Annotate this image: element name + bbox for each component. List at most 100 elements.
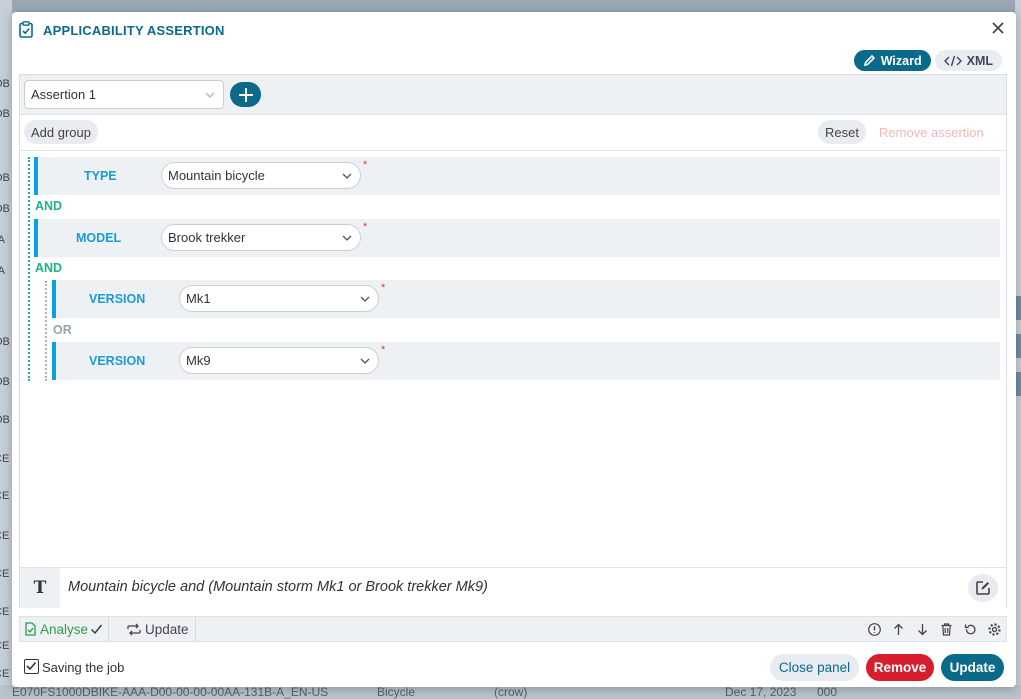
assertion-select-value: Assertion 1 [31,87,97,102]
chevron-down-icon [342,173,352,179]
arrow-up-icon[interactable] [891,622,906,637]
and-operator: AND [35,261,63,275]
expression-text: Mountain bicycle and (Mountain storm Mk1… [68,579,488,595]
bg-fragment: CE [0,606,10,618]
pencil-icon [863,54,875,67]
and-operator: AND [35,199,63,213]
model-select[interactable]: Brook trekker [161,224,361,251]
chevron-down-icon [360,296,370,302]
background-left-column: OB OB OB OB -A -A OB OB OB CE CE CE CE C… [0,0,12,699]
bg-fragment: OB [0,108,10,120]
bg-fragment: CE [0,453,10,465]
bg-fragment: Bicycle [377,685,416,699]
bg-fragment: CE [0,490,10,502]
applicability-assertion-dialog: APPLICABILITY ASSERTION Wizard XML Asser… [12,12,1016,687]
bg-fragment: OB [0,376,10,388]
trash-icon[interactable] [939,622,954,637]
background-bottom-row: E070FS1000DBIKE-AAA-D00-00-00-00AA-131B-… [0,685,1021,699]
condition-label: MODEL [76,231,122,245]
assertion-selector-bar: Assertion 1 [20,75,1006,115]
bg-fragment: CE [0,640,10,652]
required-marker: * [363,159,368,171]
arrow-down-icon[interactable] [915,622,930,637]
version-select-1[interactable]: Mk1 [179,285,379,312]
required-marker: * [381,344,386,356]
and-connector-line [28,157,30,381]
update-button[interactable]: Update [941,654,1004,681]
bg-fragment: OB [0,203,10,215]
condition-label: VERSION [89,292,146,306]
xml-mode-button[interactable]: XML [934,50,1002,71]
remove-button[interactable]: Remove [866,654,934,681]
version-select-2-value: Mk9 [186,353,211,368]
wizard-mode-button[interactable]: Wizard [853,50,931,71]
type-select[interactable]: Mountain bicycle [161,162,361,189]
update-tab-label: Update [145,621,189,637]
required-marker: * [381,282,386,294]
assertion-select[interactable]: Assertion 1 [24,80,224,109]
bg-fragment: CE [0,530,10,542]
saving-job-label: Saving the job [42,660,125,675]
condition-row-version-1: VERSION Mk1 * [52,280,1000,318]
undo-icon[interactable] [963,622,978,637]
close-icon[interactable] [990,20,1006,36]
condition-row-type: TYPE Mountain bicycle * [34,157,1000,195]
xml-mode-label: XML [966,53,993,68]
close-panel-button[interactable]: Close panel [770,654,859,681]
add-group-button[interactable]: Add group [24,120,98,144]
bg-fragment: OB [0,336,10,348]
repeat-icon [127,623,141,635]
settings-icon[interactable] [987,622,1002,637]
assertion-workspace: Assertion 1 Add group Reset Remove asser… [19,74,1007,608]
file-check-icon [25,622,36,636]
bg-fragment: OB [0,414,10,426]
edit-icon [976,581,990,595]
wizard-mode-label: Wizard [880,53,922,68]
action-bar: Analyse Update [19,616,1007,642]
expression-preview: T Mountain bicycle and (Mountain storm M… [20,567,1006,608]
type-select-value: Mountain bicycle [168,168,265,183]
bg-fragment: E070FS1000DBIKE-AAA-D00-00-00-00AA-131B-… [12,685,329,699]
code-icon [943,55,962,66]
update-tab[interactable]: Update [120,617,196,641]
chevron-down-icon [360,358,370,364]
dialog-footer: Saving the job Close panel Remove Update [12,643,1016,687]
add-assertion-button[interactable] [230,82,261,107]
saving-job-checkbox[interactable] [24,659,39,674]
condition-label: TYPE [84,169,117,183]
check-icon [91,624,103,635]
bg-fragment: 000 [817,685,838,699]
reset-button[interactable]: Reset [818,120,866,144]
bg-fragment: -A [0,265,5,277]
dialog-titlebar: APPLICABILITY ASSERTION [12,12,1016,48]
info-icon[interactable] [867,622,882,637]
condition-row-version-2: VERSION Mk9 * [52,342,1000,380]
bg-fragment: (crow) [494,685,528,699]
bg-fragment: Dec 17, 2023 [725,685,797,699]
chevron-down-icon [205,92,215,98]
bg-fragment: CE [0,668,10,680]
edit-expression-button[interactable] [968,574,998,602]
chevron-down-icon [342,235,352,241]
assertion-tree: TYPE Mountain bicycle * AND MODEL Brook … [20,151,1006,561]
bg-fragment: CE [0,568,10,580]
condition-label: VERSION [89,354,146,368]
required-marker: * [363,221,368,233]
bg-fragment: OB [0,78,10,90]
bg-fragment: -A [0,234,5,246]
version-select-2[interactable]: Mk9 [179,347,379,374]
version-select-1-value: Mk1 [186,291,211,306]
clipboard-check-icon [19,21,33,38]
group-toolbar: Add group Reset Remove assertion [20,115,1006,151]
condition-row-model: MODEL Brook trekker * [34,219,1000,257]
dialog-title: APPLICABILITY ASSERTION [43,23,225,38]
text-icon: T [20,568,60,608]
or-operator: OR [53,323,72,337]
remove-assertion-button[interactable]: Remove assertion [879,120,984,144]
analyse-label: Analyse [40,621,89,637]
analyse-tab[interactable]: Analyse [22,617,110,641]
or-connector-line [45,281,47,381]
row-action-icons [867,622,1002,637]
bg-fragment: OB [0,172,10,184]
checkmark-icon [26,661,37,671]
